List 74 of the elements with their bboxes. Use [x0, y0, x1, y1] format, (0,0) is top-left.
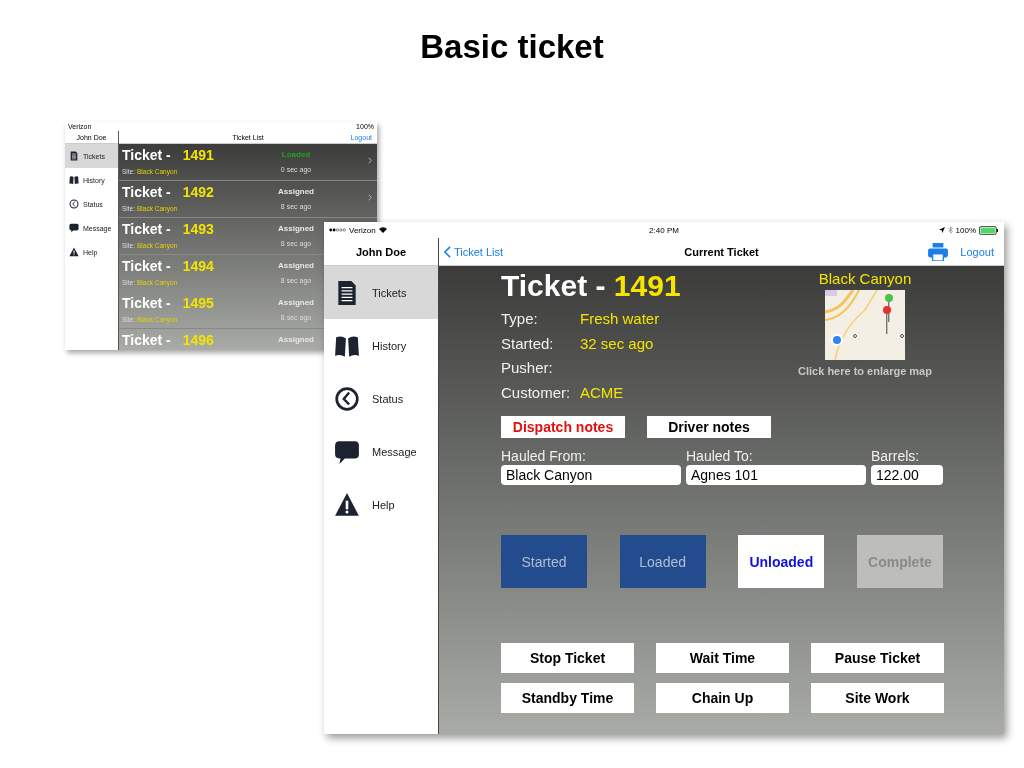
field-label: Hauled From: [501, 448, 587, 465]
ticket-label: Ticket - [501, 269, 606, 302]
status-button[interactable]: Started [501, 535, 587, 588]
ticket-label: Ticket - [122, 294, 171, 312]
sidebar-item[interactable]: Tickets [324, 266, 438, 319]
wifi-icon [378, 227, 387, 233]
bluetooth-icon [947, 226, 953, 234]
chevron-left-icon [444, 245, 451, 258]
speech-bubble-icon [69, 223, 79, 233]
ticket-label: Ticket - [122, 257, 171, 275]
detail-label: Customer: [501, 382, 572, 403]
action-button[interactable]: Wait Time [656, 643, 789, 673]
location-arrow-icon [938, 227, 945, 233]
ticket-number: 1492 [182, 183, 214, 201]
detail-label: Started: [501, 333, 555, 354]
ticket-status: Loaded [281, 150, 311, 159]
action-button[interactable]: Stop Ticket [501, 643, 634, 673]
user-name: John Doe [355, 245, 407, 258]
logout-link[interactable]: Logout [960, 245, 994, 258]
detail-value: ACME [580, 382, 624, 403]
printer-icon[interactable] [928, 242, 949, 261]
action-button[interactable]: Standby Time [501, 683, 634, 713]
sidebar-item[interactable]: History [324, 319, 438, 372]
clock-icon [334, 385, 360, 412]
ticket-number: 1494 [182, 257, 214, 275]
document-icon [69, 151, 79, 161]
sidebar-item[interactable]: Status [324, 372, 438, 425]
book-icon [69, 175, 79, 185]
ticket-label: Ticket - [122, 146, 171, 164]
ticket-label: Ticket - [122, 183, 171, 201]
map-caption[interactable]: Click here to enlarge map [798, 365, 932, 377]
nav-title: Current Ticket [684, 245, 759, 258]
detail-value: Fresh water [580, 309, 660, 329]
warning-icon [334, 491, 360, 518]
clock-time: 2:40 PM [649, 225, 679, 235]
detail-value: 32 sec ago [580, 333, 654, 354]
ticket-status: Assigned [278, 298, 314, 307]
slide-title: Basic ticket [419, 27, 605, 66]
ticket-number: 1491 [182, 146, 214, 164]
carrier-name: Verizon [349, 225, 376, 235]
field-label: Hauled To: [686, 448, 754, 465]
notes-button[interactable]: Driver notes [647, 416, 771, 438]
warning-icon [69, 247, 79, 257]
ticket-label: Ticket - [122, 220, 171, 238]
ticket-status: Assigned [278, 224, 314, 233]
input-field[interactable]: Black Canyon [501, 465, 681, 485]
detail-label: Pusher: [501, 358, 554, 378]
input-field[interactable]: Agnes 101 [686, 465, 866, 485]
ticket-number: 1493 [182, 220, 214, 238]
ticket-number: 1491 [613, 269, 681, 302]
ticket-status: Assigned [278, 335, 314, 344]
ticket-status: Assigned [278, 187, 314, 196]
sidebar-item[interactable]: Help [324, 478, 438, 531]
action-button[interactable]: Site Work [811, 683, 944, 713]
action-button[interactable]: Chain Up [656, 683, 789, 713]
status-button[interactable]: Loaded [619, 535, 706, 588]
ticket-status: Assigned [278, 261, 314, 270]
detail-label: Type: [501, 309, 539, 329]
sidebar-item[interactable]: Message [324, 425, 438, 478]
signal-icon [329, 228, 346, 232]
field-label: Barrels: [871, 448, 921, 465]
site-name: Black Canyon [818, 270, 912, 288]
ticket-number: 1495 [182, 294, 214, 312]
back-link[interactable]: Ticket List [444, 245, 504, 258]
status-button[interactable]: Unloaded [738, 535, 825, 588]
speech-bubble-icon [334, 438, 360, 465]
clock-icon [69, 199, 79, 209]
battery-icon [979, 225, 999, 235]
notes-button[interactable]: Dispatch notes [501, 416, 625, 438]
input-field[interactable]: 122.00 [871, 465, 943, 485]
battery-percent: 100% [955, 225, 976, 235]
ticket-label: Ticket - [122, 331, 171, 349]
action-button[interactable]: Pause Ticket [811, 643, 944, 673]
ticket-number: 1496 [182, 331, 214, 349]
